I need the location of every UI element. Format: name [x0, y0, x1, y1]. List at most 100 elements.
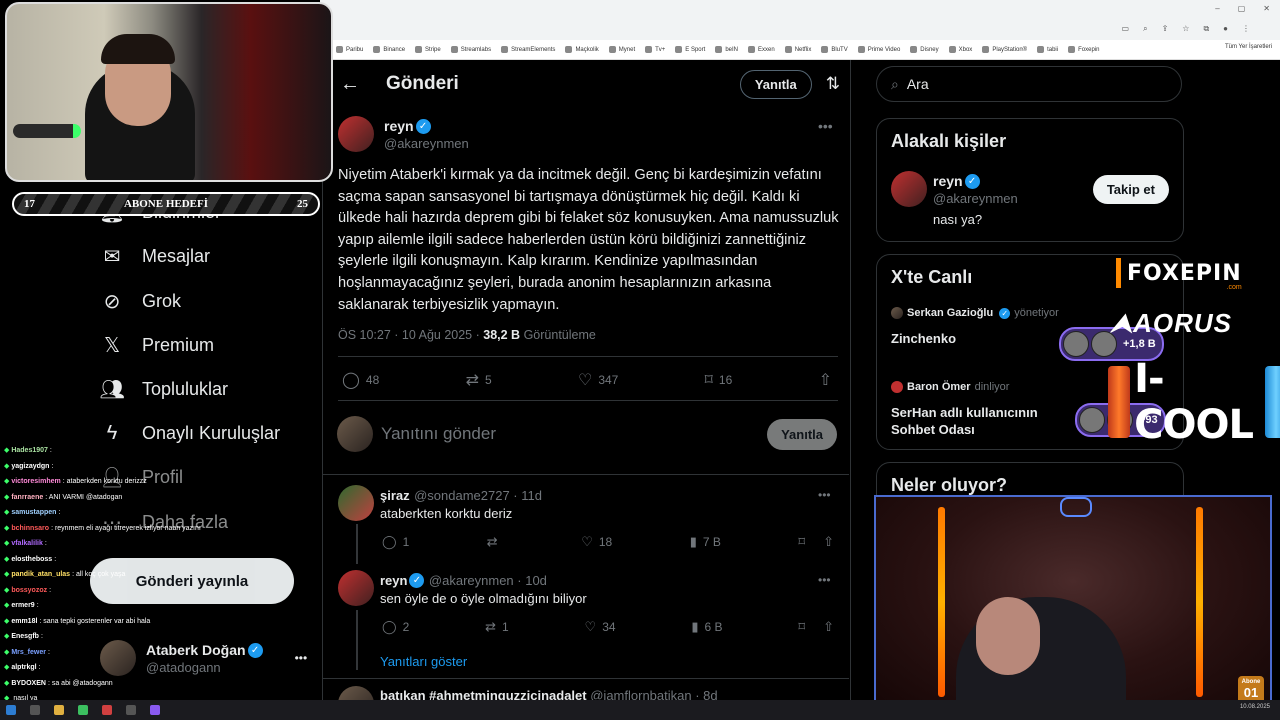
bookmark-action[interactable]: ⌑ 16	[705, 370, 733, 390]
bookmark-item[interactable]: Stripe	[415, 46, 441, 53]
obs-icon[interactable]	[126, 705, 136, 715]
bookmark-favicon-icon	[910, 46, 918, 53]
bookmark-item[interactable]: Maçkolik	[565, 46, 599, 53]
author-handle[interactable]: @akareynmen	[384, 136, 469, 151]
bookmark-item[interactable]: StreamElements	[501, 46, 555, 53]
bookmark-item[interactable]: Streamlabs	[450, 46, 491, 53]
like-action[interactable]: ♡ 347	[578, 370, 618, 390]
whatsapp-icon[interactable]	[78, 705, 88, 715]
search-input[interactable]: ⌕ Ara	[876, 66, 1182, 102]
bookmark-item[interactable]: tabii	[1037, 46, 1058, 53]
reply-action[interactable]: ◯ 2	[382, 619, 409, 635]
bookmark-icon[interactable]: ⌑	[798, 534, 805, 550]
retweet-action[interactable]: ⇄ 1	[485, 619, 509, 635]
related-name[interactable]: reyn	[933, 173, 963, 189]
bookmark-item[interactable]: Mynet	[608, 46, 635, 53]
bookmark-item[interactable]: Xbox	[948, 46, 972, 53]
like-action[interactable]: ♡ 34	[585, 619, 616, 635]
share-action[interactable]: ⇧	[819, 370, 832, 390]
follow-button[interactable]: Takip et	[1092, 175, 1169, 204]
chrome-icon[interactable]	[102, 705, 112, 715]
reply-action[interactable]: ◯ 48	[342, 370, 379, 390]
explorer-icon[interactable]	[54, 705, 64, 715]
bookmark-item[interactable]: Prime Video	[857, 46, 900, 53]
author-name[interactable]: reyn	[384, 118, 414, 134]
related-handle[interactable]: @akareynmen	[933, 191, 1018, 206]
bookmark-item[interactable]: E Sport	[675, 46, 705, 53]
sidebar-item-topluluklar[interactable]: 👥︎ Topluluklar	[99, 377, 228, 401]
reply-action[interactable]: ◯ 1	[382, 534, 409, 550]
start-icon[interactable]	[6, 705, 16, 715]
all-bookmarks[interactable]: Tüm Yer İşaretleri	[1225, 44, 1272, 50]
views-action[interactable]: ▮ 6 B	[691, 619, 722, 635]
chat-message: ◆ Enesgfb:	[4, 629, 234, 645]
more-icon[interactable]: •••	[295, 651, 308, 665]
bookmark-item[interactable]: BluTV	[821, 46, 848, 53]
sidebar-item-premium[interactable]: 𝕏 Premium	[100, 333, 214, 357]
avatar[interactable]	[338, 570, 374, 606]
retweet-action[interactable]: ⇄	[487, 534, 504, 550]
reply-input[interactable]: Yanıtını gönder	[381, 424, 767, 444]
close-icon[interactable]: ✕	[1263, 4, 1270, 13]
bookmark-item[interactable]: Paribu	[336, 46, 363, 53]
maximize-icon[interactable]: ▢	[1238, 4, 1246, 13]
bookmark-item[interactable]: Exxen	[748, 46, 775, 53]
live-title[interactable]: SerHan adlı kullanıcının Sohbet Odası	[891, 404, 1051, 438]
bookmark-item[interactable]: Netflix	[784, 46, 811, 53]
avatar[interactable]	[338, 116, 374, 152]
bookmark-item[interactable]: Foxepin	[1068, 46, 1099, 53]
bookmark-item[interactable]: PlayStation®	[982, 46, 1027, 53]
reply-actions: ◯ 1 ⇄ ♡ 18 ▮ 7 B ⌑ ⇧	[382, 534, 834, 550]
avatar[interactable]	[338, 686, 374, 700]
sidebar-item-onaylı-kuruluşlar[interactable]: ϟ Onaylı Kuruluşlar	[100, 421, 280, 445]
sidebar-item-mesajlar[interactable]: ✉ Mesajlar	[100, 244, 210, 268]
profile-icon[interactable]: ●	[1223, 24, 1228, 34]
back-arrow-icon[interactable]: ←	[340, 73, 386, 96]
avatar[interactable]	[891, 171, 927, 207]
neon-light	[1196, 507, 1203, 697]
sidebar-item-grok[interactable]: ⊘ Grok	[100, 289, 181, 313]
extensions-icon[interactable]: ⧉	[1203, 24, 1209, 34]
views-action[interactable]: ▮ 7 B	[690, 534, 721, 550]
reply-author-handle[interactable]: @sondame2727 · 11d	[414, 488, 542, 503]
chat-username: Enesgfb	[11, 633, 39, 640]
reply-text: ataberkten korktu deriz	[380, 506, 513, 521]
reply-header-button[interactable]: Yanıtla	[739, 69, 812, 99]
reply-author-handle[interactable]: @akareynmen · 10d	[429, 573, 547, 588]
tweet-time[interactable]: ÖS 10:27 · 10 Ağu 2025 ·	[338, 328, 483, 342]
zoom-icon[interactable]: ⌕	[1143, 24, 1147, 34]
twitch-icon[interactable]	[150, 705, 160, 715]
search-icon[interactable]	[30, 705, 40, 715]
chat-username: emm18l	[11, 617, 38, 625]
minimize-icon[interactable]: –	[1215, 4, 1219, 13]
bookmark-item[interactable]: Disney	[910, 46, 939, 53]
live-host[interactable]: Serkan Gazioğlu ✓ yönetiyor	[891, 307, 1059, 319]
bookmark-item[interactable]: Tv+	[645, 46, 665, 53]
bookmark-favicon-icon	[501, 46, 509, 53]
share-icon[interactable]: ⇪	[1162, 24, 1169, 34]
menu-icon[interactable]: ⋮	[1242, 24, 1250, 34]
show-replies-link[interactable]: Yanıtları göster	[380, 654, 467, 669]
more-icon[interactable]: •••	[818, 573, 831, 587]
like-action[interactable]: ♡ 18	[581, 534, 612, 550]
tweet-author[interactable]: reyn ✓ @akareynmen	[338, 116, 469, 152]
filter-icon[interactable]: ⇅	[826, 74, 840, 94]
chat-text: : all koç çok yaşa	[72, 571, 126, 578]
bookmark-item[interactable]: Binance	[373, 46, 405, 53]
reply-author-name[interactable]: şiraz	[380, 488, 410, 503]
share-icon[interactable]: ⇧	[823, 534, 834, 550]
live-host[interactable]: Baron Ömer dinliyor	[891, 381, 1009, 393]
bookmark-icon[interactable]: ⌑	[798, 619, 805, 635]
avatar[interactable]	[338, 485, 374, 521]
star-icon[interactable]: ☆	[1182, 24, 1189, 34]
reply-author-name[interactable]: reyn	[380, 573, 407, 588]
more-icon[interactable]: •••	[818, 488, 831, 502]
retweet-action[interactable]: ⇄ 5	[466, 370, 492, 390]
reply-header: reyn ✓ @akareynmen · 10d	[380, 572, 547, 590]
share-icon[interactable]: ⇧	[823, 619, 834, 635]
cast-icon[interactable]: ▭	[1122, 24, 1130, 34]
more-icon[interactable]: •••	[818, 118, 833, 134]
bookmark-item[interactable]: beIN	[715, 46, 738, 53]
live-title[interactable]: Zinchenko	[891, 331, 956, 346]
reply-button[interactable]: Yanıtla	[767, 418, 837, 450]
